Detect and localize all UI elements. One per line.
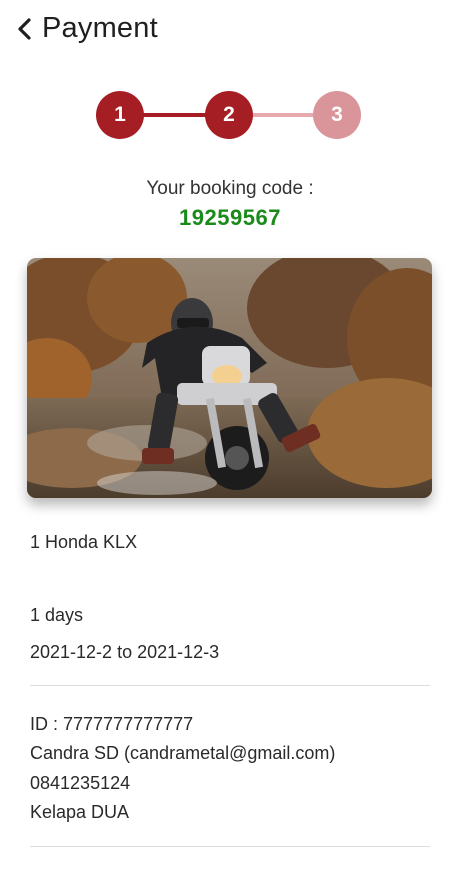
step-2: 2 — [205, 91, 253, 139]
customer-name-email: Candra SD (candrametal@gmail.com) — [30, 743, 336, 763]
vehicle-image — [27, 258, 432, 498]
stepper-line-1 — [142, 113, 208, 117]
booking-code: 19259567 — [179, 205, 281, 230]
divider — [30, 846, 430, 847]
divider — [30, 685, 430, 686]
rental-dates: 2021-12-2 to 2021-12-3 — [30, 642, 220, 662]
app-header: Payment — [0, 0, 463, 60]
page-title: Payment — [42, 12, 158, 44]
customer-address: Kelapa DUA — [30, 802, 130, 822]
booking-code-label: Your booking code : — [146, 178, 314, 199]
progress-stepper: 1 2 3 — [96, 91, 362, 141]
step-3: 3 — [313, 91, 361, 139]
customer-id: ID : 7777777777777 — [30, 714, 194, 734]
vehicle-name: 1 Honda KLX — [30, 532, 138, 552]
step-1: 1 — [96, 91, 144, 139]
customer-phone: 0841235124 — [30, 773, 131, 793]
stepper-line-2 — [250, 113, 316, 117]
chevron-left-icon[interactable] — [12, 14, 38, 44]
rental-duration: 1 days — [30, 605, 84, 625]
